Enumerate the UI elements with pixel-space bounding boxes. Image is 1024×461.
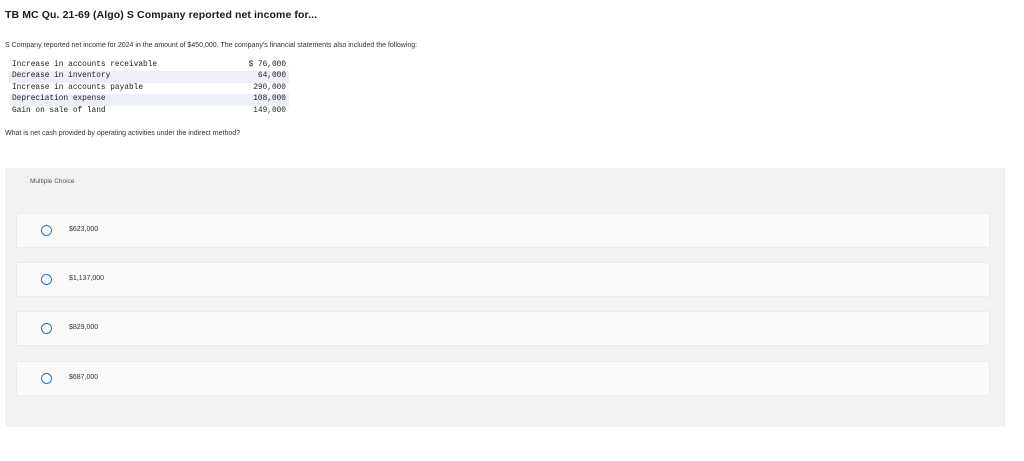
answer-option-1[interactable]: $623,000 <box>16 213 990 248</box>
answer-option-3[interactable]: $829,000 <box>16 311 990 346</box>
table-row: Gain on sale of land 149,000 <box>9 105 289 118</box>
table-row: Decrease in inventory 64,000 <box>9 71 289 83</box>
question-page: TB MC Qu. 21-69 (Algo) S Company reporte… <box>0 0 1024 461</box>
item-amount: 149,000 <box>226 105 289 118</box>
radio-button-icon[interactable] <box>41 225 52 236</box>
table-row: Increase in accounts receivable $ 76,000 <box>9 60 289 72</box>
item-label: Gain on sale of land <box>9 105 227 118</box>
table-row: Increase in accounts payable 290,000 <box>9 82 289 95</box>
question-title: TB MC Qu. 21-69 (Algo) S Company reporte… <box>5 9 318 21</box>
multiple-choice-label: Multiple Choice <box>30 178 75 185</box>
question-prompt: What is net cash provided by operating a… <box>5 130 241 137</box>
answer-option-text: $1,137,000 <box>69 275 105 282</box>
item-label: Increase in accounts receivable <box>9 60 227 72</box>
financial-items-table: Increase in accounts receivable $ 76,000… <box>9 60 289 118</box>
radio-button-icon[interactable] <box>41 274 52 285</box>
item-label: Depreciation expense <box>9 94 227 106</box>
item-amount: 108,000 <box>226 94 289 106</box>
answer-option-text: $623,000 <box>69 226 99 233</box>
answer-option-text: $687,000 <box>69 374 99 381</box>
item-amount: $ 76,000 <box>226 60 289 72</box>
radio-button-icon[interactable] <box>41 323 52 334</box>
answer-option-4[interactable]: $687,000 <box>16 361 990 396</box>
table-row: Depreciation expense 108,000 <box>9 94 289 106</box>
question-intro: S Company reported net income for 2024 i… <box>5 42 418 49</box>
item-label: Decrease in inventory <box>9 71 227 83</box>
multiple-choice-panel: Multiple Choice $623,000 $1,137,000 $829… <box>5 168 1005 427</box>
item-label: Increase in accounts payable <box>9 82 227 95</box>
answer-option-text: $829,000 <box>69 324 99 331</box>
item-amount: 64,000 <box>226 71 289 83</box>
answer-option-2[interactable]: $1,137,000 <box>16 262 990 297</box>
item-amount: 290,000 <box>226 82 289 95</box>
radio-button-icon[interactable] <box>41 373 52 384</box>
